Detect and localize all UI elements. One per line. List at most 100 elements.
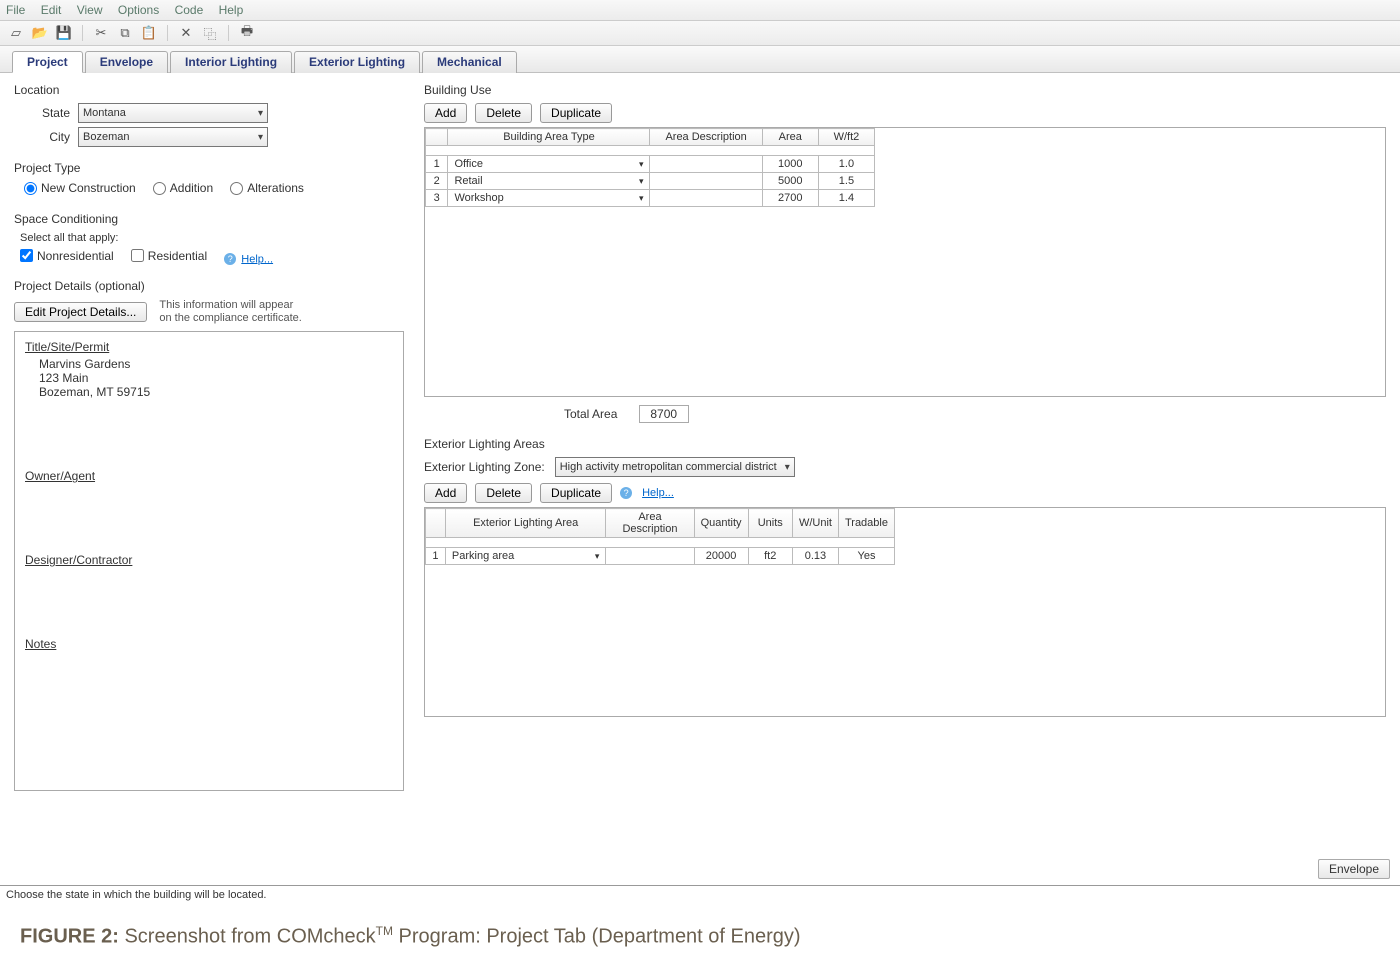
title-site-permit-heading: Title/Site/Permit (25, 340, 393, 354)
total-area-label: Total Area (564, 407, 617, 421)
save-icon[interactable]: 💾 (56, 25, 72, 41)
col-units[interactable]: Units (748, 509, 792, 538)
notes-heading: Notes (25, 637, 393, 651)
paste-icon[interactable]: 📋 (141, 25, 157, 41)
envelope-next-button[interactable]: Envelope (1318, 859, 1390, 879)
col-wft2[interactable]: W/ft2 (818, 129, 874, 146)
project-type-heading: Project Type (14, 161, 404, 175)
building-use-add-button[interactable]: Add (424, 103, 467, 123)
statusbar: Choose the state in which the building w… (0, 885, 1400, 904)
city-combo[interactable]: Bozeman (78, 127, 268, 147)
ext-help-link[interactable]: Help... (642, 487, 674, 499)
duplicate-icon[interactable]: ⿻ (202, 25, 218, 41)
cell-wft2[interactable]: 1.5 (818, 173, 874, 190)
note-line1: This information will appear (159, 299, 301, 312)
ext-delete-button[interactable]: Delete (475, 483, 532, 503)
cell-building-type[interactable]: Office (454, 158, 643, 170)
cell-quantity[interactable]: 20000 (694, 548, 748, 565)
tab-envelope[interactable]: Envelope (85, 51, 168, 73)
radio-alterations[interactable]: Alterations (230, 181, 304, 195)
col-area-description[interactable]: Area Description (650, 129, 762, 146)
radio-new-construction[interactable]: New Construction (24, 181, 136, 195)
cell-wunit[interactable]: 0.13 (792, 548, 838, 565)
cell-area[interactable]: 5000 (762, 173, 818, 190)
menu-file[interactable]: File (6, 3, 25, 17)
ext-duplicate-button[interactable]: Duplicate (540, 483, 612, 503)
space-conditioning-help-link[interactable]: Help... (241, 253, 273, 265)
table-row[interactable]: 1 Parking area 20000 ft2 0.13 Yes (426, 548, 895, 565)
copy-icon[interactable]: ⧉ (117, 25, 133, 41)
cell-units[interactable]: ft2 (748, 548, 792, 565)
select-all-text: Select all that apply: (14, 232, 404, 244)
tab-mechanical[interactable]: Mechanical (422, 51, 517, 73)
toolbar-separator (228, 25, 229, 41)
building-use-heading: Building Use (424, 83, 1386, 97)
exterior-lighting-zone-label: Exterior Lighting Zone: (424, 460, 545, 474)
project-address1: 123 Main (39, 371, 393, 385)
cell-desc[interactable] (650, 156, 762, 173)
menu-edit[interactable]: Edit (41, 3, 62, 17)
city-value: Bozeman (83, 131, 129, 143)
tabstrip: Project Envelope Interior Lighting Exter… (0, 46, 1400, 73)
ext-add-button[interactable]: Add (424, 483, 467, 503)
radio-addition[interactable]: Addition (153, 181, 213, 195)
caption-suffix: Program: Project Tab (Department of Ener… (393, 926, 801, 948)
col-ext-desc[interactable]: Area Description (606, 509, 694, 538)
delete-icon[interactable]: ✕ (178, 25, 194, 41)
cell-ext-area[interactable]: Parking area (452, 550, 599, 562)
note-line2: on the compliance certificate. (159, 312, 301, 325)
cell-desc[interactable] (650, 190, 762, 207)
project-title: Marvins Gardens (39, 357, 393, 371)
state-combo[interactable]: Montana (78, 103, 268, 123)
state-value: Montana (83, 107, 126, 119)
table-row[interactable]: 3 Workshop 2700 1.4 (426, 190, 875, 207)
check-nonresidential[interactable]: Nonresidential (20, 249, 114, 263)
menu-code[interactable]: Code (175, 3, 204, 17)
open-icon[interactable]: 📂 (32, 25, 48, 41)
building-use-grid[interactable]: Building Area Type Area Description Area… (424, 127, 1386, 397)
exterior-lighting-zone-combo[interactable]: High activity metropolitan commercial di… (555, 457, 795, 477)
exterior-lighting-grid[interactable]: Exterior Lighting Area Area Description … (424, 507, 1386, 717)
table-row[interactable]: 1 Office 1000 1.0 (426, 156, 875, 173)
cell-tradable[interactable]: Yes (838, 548, 894, 565)
project-address2: Bozeman, MT 59715 (39, 385, 393, 399)
designer-contractor-heading: Designer/Contractor (25, 553, 393, 567)
tab-interior-lighting[interactable]: Interior Lighting (170, 51, 292, 73)
cell-building-type[interactable]: Retail (454, 175, 643, 187)
tab-exterior-lighting[interactable]: Exterior Lighting (294, 51, 420, 73)
cell-desc[interactable] (650, 173, 762, 190)
col-wunit[interactable]: W/Unit (792, 509, 838, 538)
radio-new-construction-label: New Construction (41, 181, 136, 195)
cell-area[interactable]: 1000 (762, 156, 818, 173)
building-use-delete-button[interactable]: Delete (475, 103, 532, 123)
new-icon[interactable]: ▱ (8, 25, 24, 41)
col-ext-lighting-area[interactable]: Exterior Lighting Area (445, 509, 605, 538)
check-residential[interactable]: Residential (131, 249, 207, 263)
col-building-area-type[interactable]: Building Area Type (448, 129, 650, 146)
project-details-note: This information will appear on the comp… (159, 299, 301, 325)
print-icon[interactable]: 🖶 (239, 25, 255, 41)
menu-help[interactable]: Help (219, 3, 244, 17)
building-use-duplicate-button[interactable]: Duplicate (540, 103, 612, 123)
edit-project-details-button[interactable]: Edit Project Details... (14, 302, 147, 322)
cell-wft2[interactable]: 1.0 (818, 156, 874, 173)
col-tradable[interactable]: Tradable (838, 509, 894, 538)
figure-caption: FIGURE 2: Screenshot from COMcheckTM Pro… (0, 910, 1400, 949)
col-area[interactable]: Area (762, 129, 818, 146)
menu-view[interactable]: View (77, 3, 103, 17)
col-quantity[interactable]: Quantity (694, 509, 748, 538)
table-row[interactable]: 2 Retail 5000 1.5 (426, 173, 875, 190)
cell-area[interactable]: 2700 (762, 190, 818, 207)
tab-project[interactable]: Project (12, 51, 83, 73)
cut-icon[interactable]: ✂ (93, 25, 109, 41)
city-label: City (14, 130, 70, 144)
cell-value: Parking area (452, 550, 514, 562)
owner-agent-heading: Owner/Agent (25, 469, 393, 483)
cell-building-type[interactable]: Workshop (454, 192, 643, 204)
location-heading: Location (14, 83, 404, 97)
cell-ext-desc[interactable] (606, 548, 694, 565)
cell-wft2[interactable]: 1.4 (818, 190, 874, 207)
state-label: State (14, 106, 70, 120)
menu-options[interactable]: Options (118, 3, 159, 17)
check-nonresidential-label: Nonresidential (37, 249, 114, 263)
